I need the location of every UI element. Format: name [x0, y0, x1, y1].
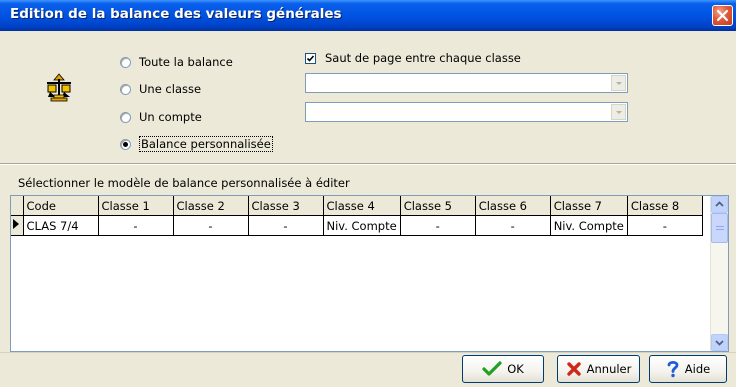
vertical-scrollbar[interactable]	[710, 196, 728, 351]
grid-caption: Sélectionner le modèle de balance person…	[18, 176, 350, 190]
class-combo[interactable]	[305, 73, 628, 93]
table-cell[interactable]: -	[475, 215, 551, 236]
column-header[interactable]: Classe 2	[173, 196, 249, 216]
grid-table: Code Classe 1 Classe 2 Classe 3 Classe 4…	[11, 196, 703, 236]
column-header[interactable]: Classe 1	[98, 196, 174, 216]
column-header[interactable]: Classe 3	[248, 196, 324, 216]
grid-header-row: Code Classe 1 Classe 2 Classe 3 Classe 4…	[11, 196, 703, 216]
ok-button[interactable]: OK	[462, 355, 544, 383]
title-bar[interactable]: Edition de la balance des valeurs généra…	[0, 0, 736, 31]
radio-button[interactable]	[120, 83, 131, 95]
account-combo[interactable]	[305, 102, 628, 122]
table-cell[interactable]: Niv. Compte	[550, 215, 628, 236]
close-icon	[716, 9, 729, 22]
help-icon	[667, 360, 679, 378]
radio-label: Balance personnalisée	[139, 136, 273, 152]
row-indicator[interactable]	[11, 215, 24, 236]
table-cell[interactable]: -	[98, 215, 174, 236]
radio-button[interactable]	[120, 56, 131, 68]
check-icon	[306, 54, 315, 62]
current-row-arrow-icon	[13, 219, 19, 229]
chevron-up-icon	[715, 201, 724, 207]
balance-model-grid[interactable]: Code Classe 1 Classe 2 Classe 3 Classe 4…	[10, 195, 729, 352]
check-icon	[482, 361, 502, 376]
column-header[interactable]: Classe 5	[400, 196, 476, 216]
table-cell[interactable]: -	[173, 215, 249, 236]
ok-label: OK	[507, 362, 524, 376]
cancel-label: Annuler	[586, 362, 632, 376]
header-corner	[11, 196, 24, 216]
scroll-up-button[interactable]	[711, 196, 728, 213]
radio-button[interactable]	[120, 111, 131, 123]
table-cell[interactable]: -	[627, 215, 703, 236]
scroll-down-button[interactable]	[711, 334, 728, 351]
chevron-down-icon	[715, 340, 724, 346]
column-header[interactable]: Classe 7	[550, 196, 628, 216]
page-break-checkbox[interactable]	[305, 52, 316, 64]
cancel-x-icon	[566, 362, 581, 376]
table-row[interactable]: CLAS 7/4 - - - Niv. Compte - - Niv. Comp…	[11, 215, 703, 236]
window-title: Edition de la balance des valeurs généra…	[10, 6, 342, 22]
help-button[interactable]: Aide	[649, 355, 727, 383]
radio-custom-balance[interactable]: Balance personnalisée	[120, 136, 273, 152]
radio-one-account[interactable]: Un compte	[120, 109, 202, 125]
radio-one-class[interactable]: Une classe	[120, 81, 201, 97]
page-break-option[interactable]: Saut de page entre chaque classe	[305, 51, 521, 65]
table-cell[interactable]: -	[248, 215, 324, 236]
close-button[interactable]	[712, 5, 733, 26]
radio-label: Une classe	[139, 82, 202, 96]
radio-whole-balance[interactable]: Toute la balance	[120, 54, 233, 70]
table-cell[interactable]: Niv. Compte	[323, 215, 401, 236]
chevron-down-icon[interactable]	[611, 104, 626, 120]
column-header[interactable]: Code	[23, 196, 99, 216]
radio-label: Toute la balance	[139, 55, 233, 69]
divider	[0, 163, 736, 165]
radio-button[interactable]	[120, 138, 131, 150]
table-cell[interactable]: -	[400, 215, 476, 236]
page-break-label: Saut de page entre chaque classe	[325, 51, 521, 65]
help-label: Aide	[684, 362, 711, 376]
column-header[interactable]: Classe 8	[627, 196, 703, 216]
radio-label: Un compte	[139, 110, 202, 124]
cancel-button[interactable]: Annuler	[557, 355, 640, 383]
scroll-thumb[interactable]	[711, 213, 728, 243]
column-header[interactable]: Classe 6	[475, 196, 551, 216]
table-cell[interactable]: CLAS 7/4	[23, 215, 99, 236]
balance-scale-icon	[47, 73, 71, 102]
chevron-down-icon[interactable]	[611, 75, 626, 91]
column-header[interactable]: Classe 4	[323, 196, 401, 216]
